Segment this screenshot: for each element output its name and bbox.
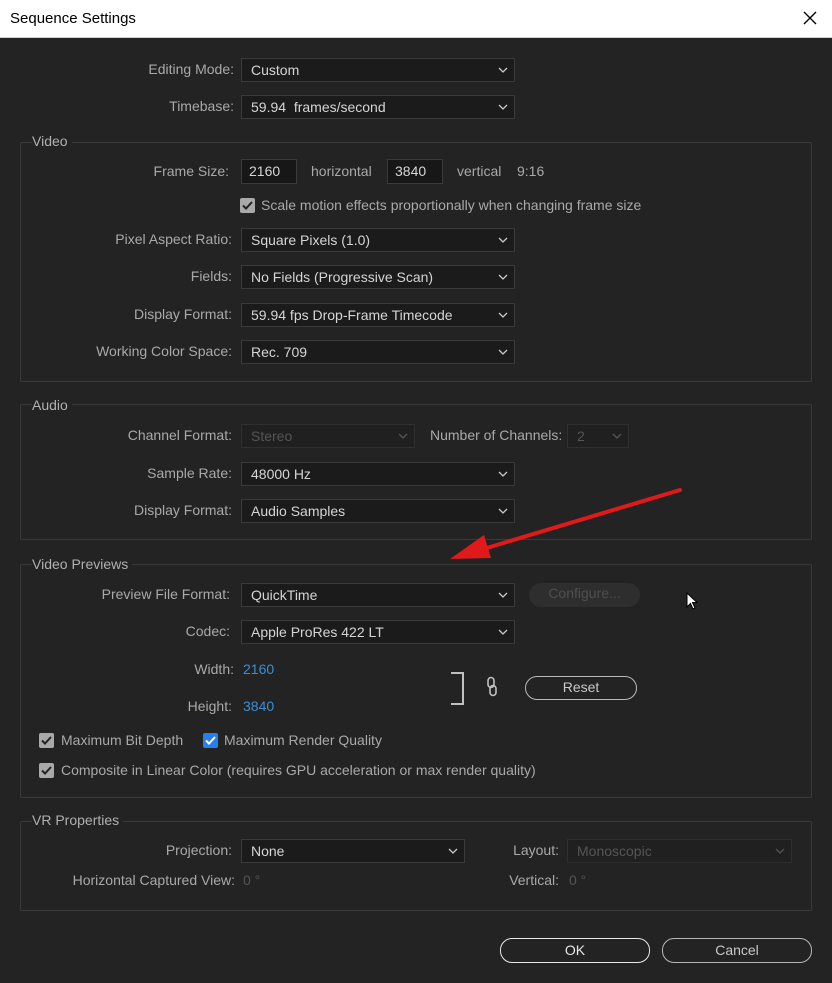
chevron-down-icon [498,592,508,598]
video-previews-group-title: Video Previews [32,556,133,572]
sample-rate-label: Sample Rate: [147,465,232,481]
h-captured-view-value[interactable]: 0 ° [243,872,260,888]
chevron-down-icon [498,104,508,110]
layout-value: Monoscopic [577,843,652,859]
vertical-view-label: Vertical: [509,872,559,888]
mouse-cursor-icon [686,592,699,610]
chevron-down-icon [498,471,508,477]
frame-width-input[interactable]: 2160 [241,159,297,184]
frame-height-input[interactable]: 3840 [387,159,443,184]
close-icon [803,11,817,25]
chevron-down-icon [448,848,458,854]
audio-group-title: Audio [32,397,72,413]
timebase-label: Timebase: [169,98,234,114]
color-space-select[interactable]: Rec. 709 [241,340,515,364]
max-render-quality-checkbox[interactable] [203,733,218,748]
preview-width-label: Width: [194,661,234,677]
preview-height-value[interactable]: 3840 [243,698,274,714]
pixel-aspect-select[interactable]: Square Pixels (1.0) [241,228,515,252]
pixel-aspect-label: Pixel Aspect Ratio: [115,231,232,247]
timebase-value: 59.94 frames/second [251,99,386,115]
checkmark-icon [41,766,52,775]
checkmark-icon [205,736,216,745]
editing-mode-label: Editing Mode: [148,61,234,77]
close-button[interactable] [796,4,824,32]
scale-motion-checkbox[interactable] [240,198,255,213]
chevron-down-icon [612,433,622,439]
h-captured-view-label: Horizontal Captured View: [72,872,235,888]
chevron-down-icon [498,312,508,318]
vertical-view-value[interactable]: 0 ° [569,872,586,888]
preview-file-format-select[interactable]: QuickTime [241,583,515,607]
scale-motion-label: Scale motion effects proportionally when… [261,197,642,213]
audio-display-format-label: Display Format: [133,502,232,518]
video-display-format-value: 59.94 fps Drop-Frame Timecode [251,307,453,323]
channel-format-label: Channel Format: [127,427,232,443]
max-bit-depth-label: Maximum Bit Depth [61,732,184,748]
reset-button[interactable]: Reset [525,676,637,700]
cancel-button[interactable]: Cancel [662,938,812,963]
vertical-label: vertical [457,163,502,179]
checkmark-icon [41,736,52,745]
layout-select[interactable]: Monoscopic [567,839,792,863]
chevron-down-icon [498,349,508,355]
video-group-title: Video [32,133,72,149]
dimension-bracket [451,672,464,705]
horizontal-label: horizontal [311,163,372,179]
num-channels-value: 2 [577,428,585,444]
chevron-down-icon [498,67,508,73]
fields-select[interactable]: No Fields (Progressive Scan) [241,265,515,289]
configure-button[interactable]: Configure... [529,583,640,607]
color-space-label: Working Color Space: [96,343,232,359]
max-bit-depth-checkbox[interactable] [39,733,54,748]
projection-select[interactable]: None [241,839,465,863]
chevron-down-icon [498,274,508,280]
preview-file-format-label: Preview File Format: [101,586,230,602]
pixel-aspect-value: Square Pixels (1.0) [251,232,371,248]
projection-value: None [251,843,285,859]
codec-label: Codec: [185,623,230,639]
projection-label: Projection: [165,842,232,858]
chevron-down-icon [775,848,785,854]
ok-button[interactable]: OK [500,938,650,963]
vr-properties-group [20,821,812,911]
timebase-select[interactable]: 59.94 frames/second [241,95,515,119]
audio-display-format-value: Audio Samples [251,503,346,519]
video-display-format-select[interactable]: 59.94 fps Drop-Frame Timecode [241,303,515,327]
aspect-ratio-text: 9:16 [517,163,545,179]
chevron-down-icon [498,237,508,243]
codec-value: Apple ProRes 422 LT [251,624,384,640]
frame-size-label: Frame Size: [153,163,229,179]
fields-value: No Fields (Progressive Scan) [251,269,434,285]
preview-width-value[interactable]: 2160 [243,661,274,677]
layout-label: Layout: [513,842,559,858]
chevron-down-icon [498,629,508,635]
window-title: Sequence Settings [10,10,136,27]
sample-rate-value: 48000 Hz [251,466,311,482]
title-bar: Sequence Settings [0,0,832,38]
fields-label: Fields: [190,268,232,284]
checkmark-icon [242,201,253,210]
editing-mode-select[interactable]: Custom [241,58,515,82]
preview-file-format-value: QuickTime [251,587,318,603]
composite-linear-checkbox[interactable] [39,763,54,778]
editing-mode-value: Custom [251,62,300,78]
max-render-quality-label: Maximum Render Quality [224,732,382,748]
color-space-value: Rec. 709 [251,344,308,360]
num-channels-label: Number of Channels: [430,427,563,443]
num-channels-select[interactable]: 2 [567,424,629,448]
composite-linear-label: Composite in Linear Color (requires GPU … [61,762,536,778]
vr-properties-group-title: VR Properties [32,812,124,828]
channel-format-select[interactable]: Stereo [241,424,415,448]
chevron-down-icon [398,433,408,439]
video-display-format-label: Display Format: [133,306,232,322]
preview-height-label: Height: [187,698,232,714]
annotation-arrow [450,488,682,559]
channel-format-value: Stereo [251,428,293,444]
chain-link-icon[interactable] [484,676,500,698]
codec-select[interactable]: Apple ProRes 422 LT [241,620,515,644]
